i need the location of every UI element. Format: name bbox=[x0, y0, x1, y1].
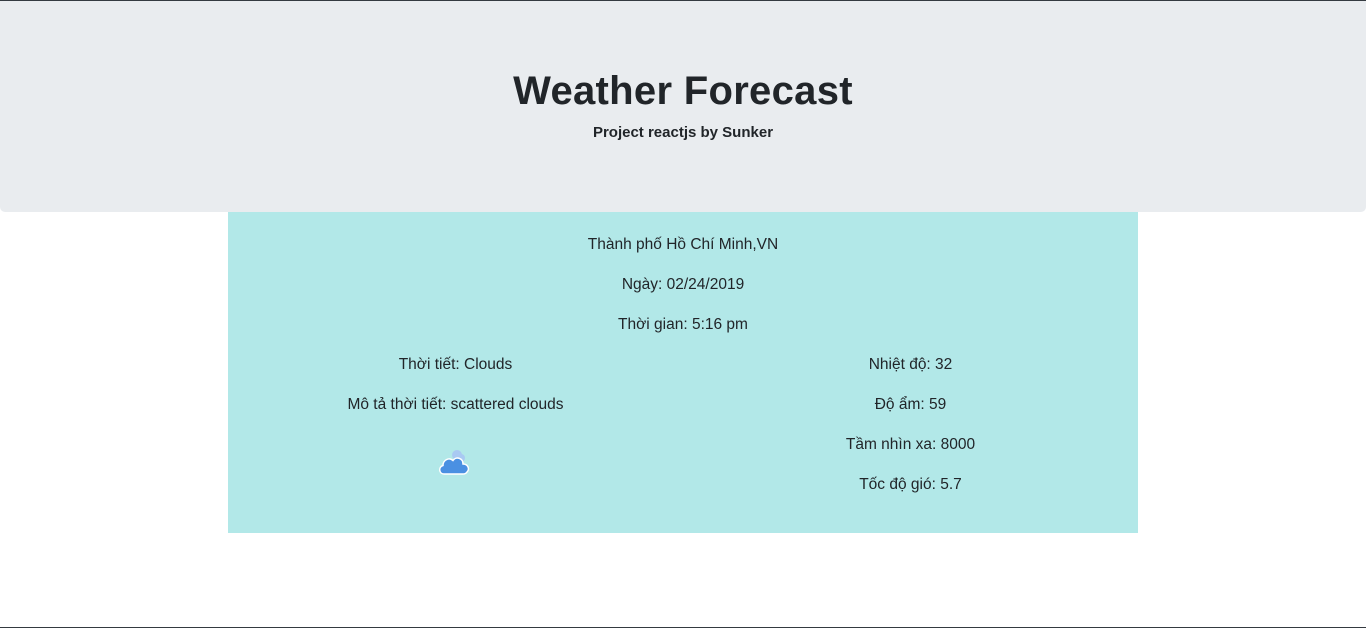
visibility-label: Tầm nhìn xa: 8000 bbox=[845, 436, 976, 453]
header-banner: Weather Forecast Project reactjs by Sunk… bbox=[0, 1, 1366, 212]
city-label: Thành phố Hồ Chí Minh,VN bbox=[587, 236, 779, 253]
condition-label: Thời tiết: Clouds bbox=[398, 356, 513, 373]
description-label: Mô tả thời tiết: scattered clouds bbox=[347, 396, 564, 413]
date-label: Ngày: 02/24/2019 bbox=[621, 276, 745, 293]
page-subtitle: Project reactjs by Sunker bbox=[592, 124, 774, 141]
temperature-label: Nhiệt độ: 32 bbox=[868, 356, 953, 373]
time-label: Thời gian: 5:16 pm bbox=[618, 316, 748, 333]
humidity-label: Độ ẩm: 59 bbox=[874, 396, 947, 413]
wind-speed-label: Tốc độ gió: 5.7 bbox=[859, 476, 962, 493]
page-title: Weather Forecast bbox=[513, 69, 853, 113]
cloud-icon bbox=[437, 446, 473, 478]
weather-panel: Thành phố Hồ Chí Minh,VN Ngày: 02/24/201… bbox=[228, 212, 1138, 533]
